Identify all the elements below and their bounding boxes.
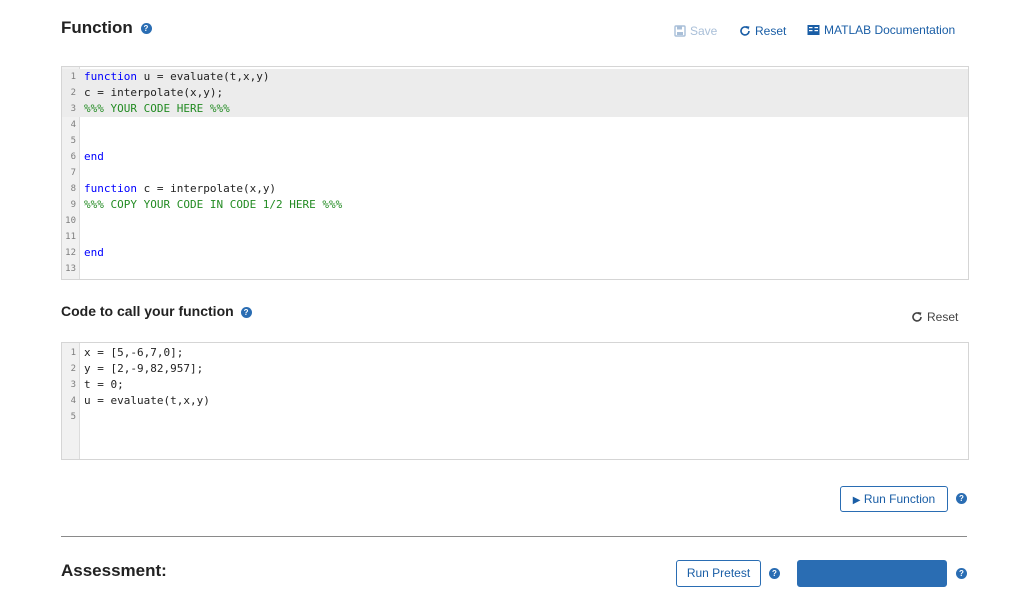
help-icon[interactable]: ?: [240, 306, 252, 318]
play-icon: ▶: [852, 495, 861, 506]
code-text: u = evaluate(t,x,y): [84, 394, 210, 407]
line-number: 6: [70, 152, 76, 162]
line-number: 13: [65, 264, 76, 274]
code-text: function u = evaluate(t,x,y): [84, 70, 270, 83]
line-number: 1: [70, 72, 76, 82]
code-line[interactable]: 5: [62, 409, 968, 425]
line-number: 5: [70, 136, 76, 146]
code-text: x = [5,-6,7,0];: [84, 346, 184, 359]
code-text: y = [2,-9,82,957];: [84, 362, 204, 375]
code-line[interactable]: 11: [62, 229, 968, 245]
line-number: 5: [70, 412, 76, 422]
line-number: 3: [70, 380, 76, 390]
call-reset-label: Reset: [927, 310, 959, 324]
code-line[interactable]: 7: [62, 165, 968, 181]
code-line[interactable]: 3 t = 0;: [62, 377, 968, 393]
code-line[interactable]: 12 end: [62, 245, 968, 261]
code-line[interactable]: 1 x = [5,-6,7,0];: [62, 345, 968, 361]
line-number: 11: [65, 232, 76, 242]
code-line[interactable]: 10: [62, 213, 968, 229]
reset-icon: [912, 312, 922, 322]
code-line[interactable]: 9 %%% COPY YOUR CODE IN CODE 1/2 HERE %%%: [62, 197, 968, 213]
section-divider: [61, 536, 967, 537]
line-number: 7: [70, 168, 76, 178]
help-icon[interactable]: ?: [140, 23, 152, 35]
code-line[interactable]: 3 %%% YOUR CODE HERE %%%: [62, 101, 968, 117]
save-icon: [674, 25, 686, 37]
code-line[interactable]: 4: [62, 117, 968, 133]
line-number: 10: [65, 216, 76, 226]
line-number: 4: [70, 396, 76, 406]
code-line[interactable]: 1 function u = evaluate(t,x,y): [62, 69, 968, 85]
run-function-button[interactable]: ▶ Run Function: [840, 486, 948, 512]
help-icon[interactable]: ?: [769, 568, 780, 579]
matlab-docs-label: MATLAB Documentation: [824, 23, 956, 37]
line-number: 3: [70, 104, 76, 114]
code-text: %%% YOUR CODE HERE %%%: [84, 102, 230, 115]
run-pretest-button[interactable]: Run Pretest: [676, 560, 761, 587]
code-line[interactable]: 4 u = evaluate(t,x,y): [62, 393, 968, 409]
function-reset-button[interactable]: Reset: [739, 24, 786, 38]
code-text: end: [84, 246, 104, 259]
submit-button[interactable]: Submit (Attempt 1 of 2): [797, 560, 947, 605]
call-code-editor[interactable]: 1 x = [5,-6,7,0]; 2 y = [2,-9,82,957]; 3 t = …: [61, 342, 969, 460]
function-reset-label: Reset: [755, 24, 787, 38]
code-text: %%% COPY YOUR CODE IN CODE 1/2 HERE %%%: [84, 198, 343, 211]
save-button[interactable]: Save: [674, 24, 717, 38]
line-number: 2: [70, 88, 76, 98]
run-function-label: Run Function: [863, 492, 936, 506]
line-number: 12: [65, 248, 76, 258]
code-text: c = interpolate(x,y);: [84, 86, 224, 99]
code-line[interactable]: 13: [62, 261, 968, 277]
function-title: Function ?: [61, 18, 152, 38]
line-number: 4: [70, 120, 76, 130]
function-code-editor[interactable]: 1 function u = evaluate(t,x,y) 2 c = interp…: [61, 66, 969, 280]
matlab-docs-link[interactable]: MATLAB Documentation: [807, 23, 955, 37]
function-title-text: Function: [61, 18, 133, 37]
assessment-title: Assessment:: [61, 561, 167, 580]
code-text: t = 0;: [84, 378, 124, 391]
line-number: 8: [70, 184, 76, 194]
submit-label: Submit (Attempt 1 of 2): [810, 591, 941, 605]
help-icon[interactable]: ?: [956, 493, 967, 504]
book-icon: [807, 25, 820, 35]
code-text: function c = interpolate(x,y): [84, 182, 277, 195]
line-number: 2: [70, 364, 76, 374]
code-text: end: [84, 150, 104, 163]
reset-icon: [740, 26, 750, 36]
help-icon[interactable]: ?: [956, 568, 967, 579]
code-line[interactable]: 5: [62, 133, 968, 149]
save-label: Save: [690, 24, 718, 38]
code-line[interactable]: 2 y = [2,-9,82,957];: [62, 361, 968, 377]
code-line[interactable]: 6 end: [62, 149, 968, 165]
code-line[interactable]: 2 c = interpolate(x,y);: [62, 85, 968, 101]
line-number: 1: [70, 348, 76, 358]
code-line[interactable]: 8 function c = interpolate(x,y): [62, 181, 968, 197]
call-section-title-text: Code to call your function: [61, 303, 234, 319]
call-reset-button[interactable]: Reset: [911, 310, 958, 324]
line-number: 9: [70, 200, 76, 210]
call-section-title: Code to call your function ?: [61, 303, 252, 319]
